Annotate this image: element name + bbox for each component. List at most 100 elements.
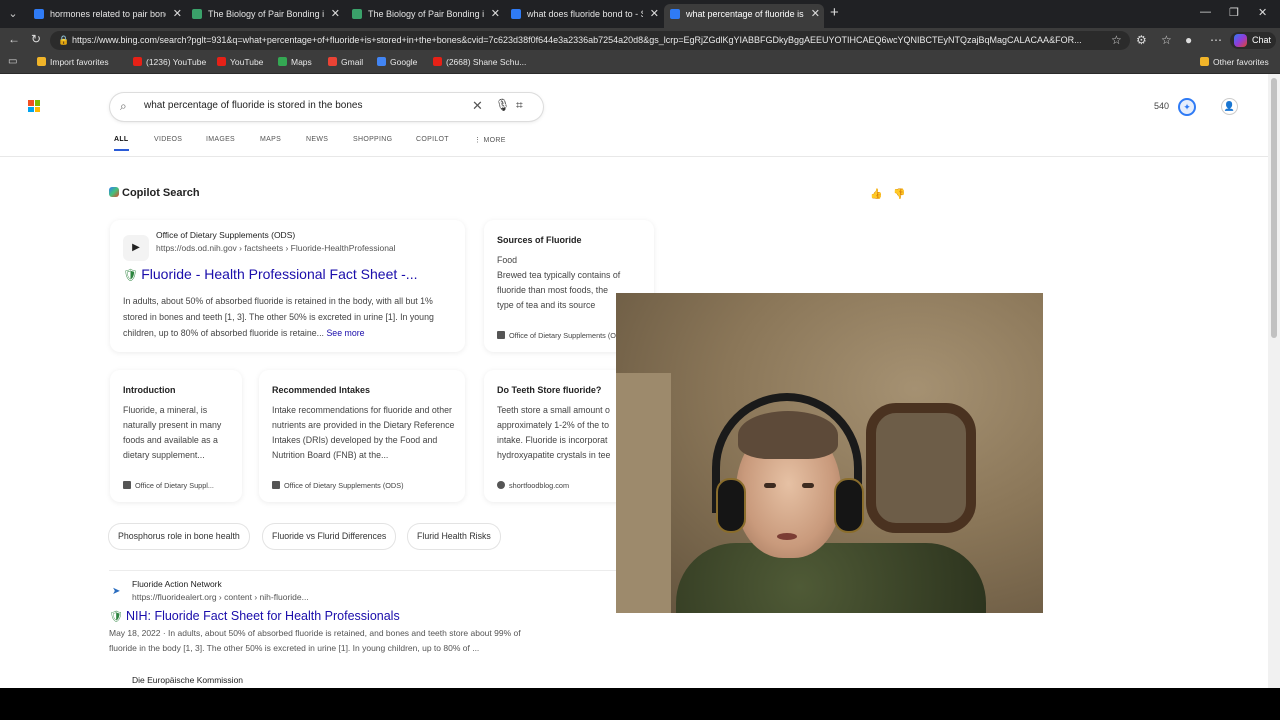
search-icon[interactable]: ⌕ — [120, 99, 127, 114]
header-divider — [0, 156, 1268, 157]
thumbs-up-icon[interactable]: 👍 — [870, 189, 882, 200]
webcam-overlay — [616, 293, 1043, 613]
browser-tab[interactable]: what does fluoride bond to - Sear ✕ — [505, 4, 663, 28]
site-info-icon[interactable]: 🔒 — [58, 31, 69, 50]
back-icon[interactable]: ← — [8, 32, 20, 46]
source-favicon-icon: ▶ — [123, 235, 149, 261]
rewards-points[interactable]: 540 — [1154, 101, 1169, 111]
tab-maps[interactable]: MAPS — [260, 136, 281, 143]
fluoride-action-network-favicon-icon: ➤ — [112, 586, 121, 597]
result-title-link[interactable]: 🛡 Fluoride - Health Professional Fact She… — [123, 266, 417, 282]
thumbs-down-icon[interactable]: 👎 — [893, 189, 905, 200]
close-tab-icon[interactable]: ✕ — [331, 4, 340, 24]
browser-tab[interactable]: hormones related to pair bonding ✕ — [28, 4, 186, 28]
close-tab-icon[interactable]: ✕ — [650, 4, 659, 24]
favorite-star-icon[interactable]: ☆ — [1111, 33, 1122, 47]
browser-tab[interactable]: The Biology of Pair Bonding in Hu ✕ — [346, 4, 504, 28]
copilot-logo-icon — [1234, 34, 1247, 47]
google-icon — [377, 57, 386, 66]
copilot-chat-button[interactable]: Chat — [1230, 32, 1276, 49]
tab-images[interactable]: IMAGES — [206, 136, 235, 143]
profile-icon[interactable]: ● — [1185, 33, 1192, 47]
result-source-name: Die Europäische Kommission — [132, 675, 244, 685]
tab-more[interactable]: ⋮ MORE — [474, 136, 506, 144]
result-snippet: May 18, 2022 · In adults, about 50% of a… — [109, 628, 521, 653]
youtube-icon — [217, 57, 226, 66]
introduction-card[interactable]: Introduction Fluoride, a mineral, is nat… — [110, 370, 242, 502]
close-tab-icon[interactable]: ✕ — [491, 4, 500, 24]
close-tab-icon[interactable]: ✕ — [811, 4, 820, 24]
more-menu-icon[interactable]: ⋯ — [1210, 33, 1222, 47]
address-bar-row: ← ↻ 🔒 https://www.bing.com/search?pglt=9… — [0, 28, 1280, 52]
url-text: https://www.bing.com/search?pglt=931&q=w… — [72, 35, 1082, 45]
copilot-main-card[interactable]: ▶ Office of Dietary Supplements (ODS) ht… — [110, 220, 465, 352]
related-chip[interactable]: Fluoride vs Flurid Differences — [263, 524, 395, 549]
result-source-name: Fluoride Action Network — [132, 579, 222, 589]
recommended-intakes-card[interactable]: Recommended Intakes Intake recommendatio… — [259, 370, 465, 502]
youtube-icon — [433, 57, 442, 66]
bookmarks-bar: ▭ Import favorites (1236) YouTube YouTub… — [0, 52, 1280, 74]
mirror — [866, 403, 976, 533]
browser-tab[interactable]: The Biology of Pair Bonding in Hu ✕ — [186, 4, 344, 28]
bookmark-maps[interactable]: Maps — [278, 57, 312, 67]
close-window-icon[interactable]: ✕ — [1258, 6, 1267, 19]
result-source-url[interactable]: https://fluoridealert.org › content › ni… — [132, 592, 309, 602]
tab-all[interactable]: ALL — [114, 136, 129, 151]
source-favicon-icon — [123, 481, 131, 489]
bing-favicon-icon — [511, 9, 521, 19]
search-input[interactable]: what percentage of fluoride is stored in… — [144, 100, 362, 111]
bing-favicon-icon — [34, 9, 44, 19]
bookmark-import-favorites[interactable]: Import favorites — [37, 57, 109, 67]
bookmarks-menu-icon[interactable]: ▭ — [8, 56, 17, 67]
source-favicon-icon — [497, 331, 505, 339]
tab-videos[interactable]: VIDEOS — [154, 136, 182, 143]
extensions-icon[interactable]: ⚙ — [1136, 33, 1147, 47]
source-favicon-icon — [272, 481, 280, 489]
microphone-icon[interactable]: 🎙 — [495, 98, 510, 112]
copilot-logo-icon — [109, 187, 119, 197]
new-tab-icon[interactable]: + — [830, 5, 839, 21]
tab-list-menu-icon[interactable]: ⌄ — [4, 5, 22, 23]
tab-news[interactable]: NEWS — [306, 136, 328, 143]
tab-strip: ⌄ hormones related to pair bonding ✕ The… — [0, 0, 1280, 28]
result-title-link[interactable]: 🛡 NIH: Fluoride Fact Sheet for Health Pro… — [109, 609, 400, 623]
verified-shield-icon: 🛡 — [109, 611, 123, 623]
folder-icon — [1200, 57, 1209, 66]
bookmark-gmail[interactable]: Gmail — [328, 57, 363, 67]
bookmark-shane[interactable]: (2668) Shane Schu... — [433, 57, 526, 67]
copilot-search-heading: Copilot Search — [109, 187, 200, 199]
bookmark-youtube-1236[interactable]: (1236) YouTube — [133, 57, 206, 67]
maximize-icon[interactable]: ❐ — [1229, 6, 1239, 19]
bookmark-youtube[interactable]: YouTube — [217, 57, 263, 67]
other-favorites[interactable]: Other favorites — [1200, 57, 1269, 67]
verified-shield-icon: 🛡 — [123, 268, 139, 282]
clear-search-icon[interactable]: ✕ — [472, 98, 483, 114]
microsoft-logo-icon[interactable] — [28, 100, 40, 112]
page-scrollbar[interactable] — [1268, 74, 1280, 688]
result-snippet: In adults, about 50% of absorbed fluorid… — [123, 296, 434, 338]
minimize-icon[interactable]: — — [1200, 6, 1211, 18]
bookmark-google[interactable]: Google — [377, 57, 417, 67]
related-chip[interactable]: Flurid Health Risks — [408, 524, 500, 549]
browser-window: ⌄ hormones related to pair bonding ✕ The… — [0, 0, 1280, 688]
address-bar[interactable]: 🔒 https://www.bing.com/search?pglt=931&q… — [50, 31, 1130, 50]
account-icon[interactable]: 👤 — [1221, 98, 1238, 115]
see-more-link[interactable]: See more — [326, 328, 364, 338]
folder-icon — [37, 57, 46, 66]
related-chip[interactable]: Phosphorus role in bone health — [109, 524, 249, 549]
scrollbar-thumb[interactable] — [1271, 78, 1277, 338]
rewards-icon[interactable]: ✦ — [1178, 98, 1196, 116]
refresh-icon[interactable]: ↻ — [31, 32, 41, 46]
gmail-icon — [328, 57, 337, 66]
youtube-icon — [133, 57, 142, 66]
tab-copilot[interactable]: COPILOT — [416, 136, 449, 143]
browser-tab-active[interactable]: what percentage of fluoride is sto ✕ — [664, 4, 824, 28]
visual-search-icon[interactable]: ⌗ — [516, 98, 523, 113]
close-tab-icon[interactable]: ✕ — [173, 4, 182, 24]
favorites-icon[interactable]: ☆ — [1161, 33, 1172, 47]
search-box[interactable]: ⌕ what percentage of fluoride is stored … — [110, 93, 543, 121]
page-favicon-icon — [352, 9, 362, 19]
maps-icon — [278, 57, 287, 66]
tab-shopping[interactable]: SHOPPING — [353, 136, 392, 143]
bing-favicon-icon — [670, 9, 680, 19]
